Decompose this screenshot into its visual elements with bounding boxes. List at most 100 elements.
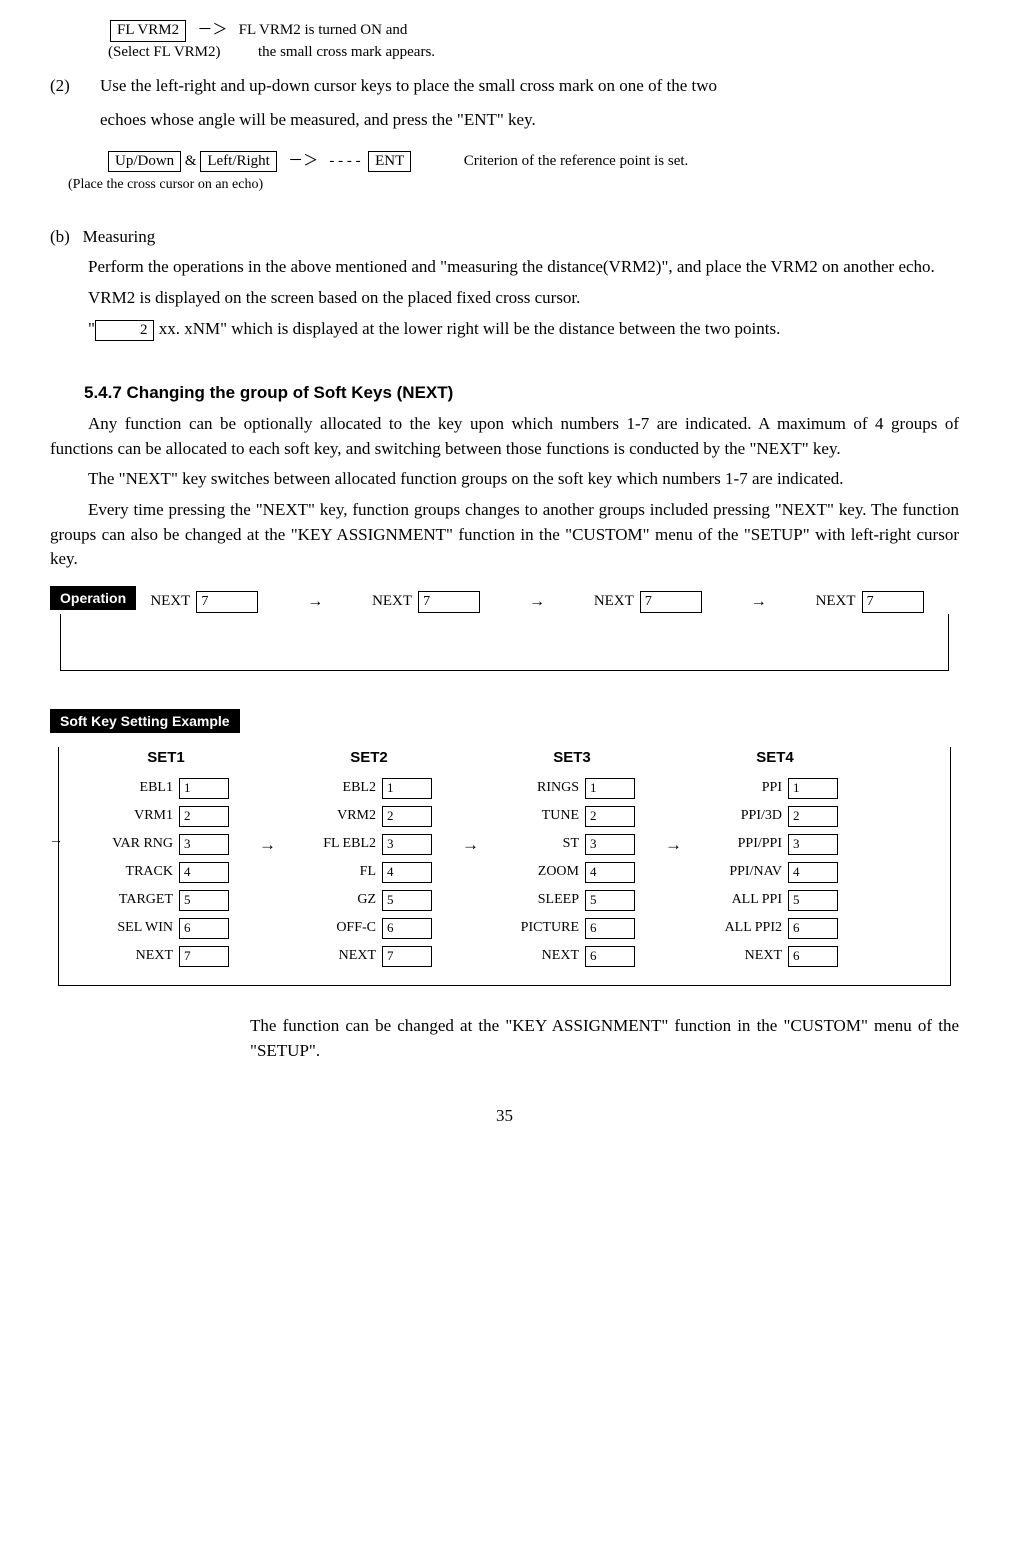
dash-arrow-2: －＞ bbox=[288, 153, 318, 169]
softkey-num: 2 bbox=[788, 806, 838, 827]
softkey-num: 4 bbox=[179, 862, 229, 883]
section-b-label: (b) bbox=[50, 227, 70, 246]
softkey-row: ALL PPI5 bbox=[712, 889, 838, 911]
page-number: 35 bbox=[50, 1104, 959, 1129]
softkey-label: ALL PPI2 bbox=[712, 918, 782, 938]
softkey-num: 5 bbox=[788, 890, 838, 911]
section-b-title: (b) Measuring bbox=[50, 225, 959, 250]
softkey-label: TARGET bbox=[103, 890, 173, 910]
next-item-3: NEXT 7 bbox=[594, 591, 702, 613]
flvrm2-key: FL VRM2 bbox=[110, 20, 186, 42]
softkey-label: PICTURE bbox=[509, 918, 579, 938]
arrow-icon: → bbox=[307, 590, 323, 613]
arrow-icon: → bbox=[751, 590, 767, 613]
softkey-label: FL EBL2 bbox=[306, 834, 376, 854]
softkey-num: 1 bbox=[382, 778, 432, 799]
softkey-num: 6 bbox=[179, 918, 229, 939]
softkey-row: ALL PPI2 6 bbox=[712, 917, 838, 939]
softkey-label: GZ bbox=[306, 890, 376, 910]
footnote-text: The function can be changed at the "KEY … bbox=[250, 1014, 959, 1063]
softkey-column: SET2EBL21VRM22FL EBL23FL4GZ5OFF-C6NEXT7 bbox=[306, 747, 432, 967]
softkey-label: SLEEP bbox=[509, 890, 579, 910]
select-flvrm2: (Select FL VRM2) bbox=[108, 44, 221, 60]
s547-p1: Any function can be optionally allocated… bbox=[50, 412, 959, 461]
softkey-set-header: SET2 bbox=[306, 747, 432, 769]
softkey-row: SEL WIN 6 bbox=[103, 917, 229, 939]
arrow-icon: → bbox=[85, 590, 101, 613]
section-b-p1: Perform the operations in the above ment… bbox=[50, 255, 959, 280]
softkey-row: NEXT7 bbox=[103, 945, 229, 967]
next-label: NEXT bbox=[816, 591, 856, 613]
section-b: (b) Measuring Perform the operations in … bbox=[50, 225, 959, 342]
softkey-row: EBL2 1 bbox=[306, 777, 432, 799]
section-b-p2: VRM2 is displayed on the screen based on… bbox=[50, 286, 959, 311]
updown-key: Up/Down bbox=[108, 151, 181, 173]
softkey-label: EBL1 bbox=[103, 778, 173, 798]
softkey-num: 7 bbox=[179, 946, 229, 967]
softkey-row: GZ5 bbox=[306, 889, 432, 911]
next-num: 7 bbox=[862, 591, 924, 613]
p3b: xx. xNM" which is displayed at the lower… bbox=[154, 319, 780, 338]
next-label: NEXT bbox=[372, 591, 412, 613]
step-2-line2: echoes whose angle will be measured, and… bbox=[100, 108, 959, 133]
softkey-num: 2 bbox=[585, 806, 635, 827]
softkey-table: SET1EBL11VRM12VAR RNG3TRACK4TARGET5SEL W… bbox=[103, 747, 940, 967]
softkey-label: SEL WIN bbox=[103, 918, 173, 938]
softkey-num: 2 bbox=[382, 806, 432, 827]
softkey-label: NEXT bbox=[712, 946, 782, 966]
softkey-label: ZOOM bbox=[509, 862, 579, 882]
softkey-label: PPI/PPI bbox=[712, 834, 782, 854]
softkey-label: VRM1 bbox=[103, 806, 173, 826]
softkey-label: TRACK bbox=[103, 862, 173, 882]
softkey-num: 1 bbox=[179, 778, 229, 799]
amp-text: & bbox=[181, 153, 200, 169]
softkey-num: 1 bbox=[585, 778, 635, 799]
softkey-num: 3 bbox=[382, 834, 432, 855]
step-2-num: (2) bbox=[50, 74, 100, 99]
softkey-num: 4 bbox=[382, 862, 432, 883]
ent-key: ENT bbox=[368, 151, 411, 173]
s547-p3: Every time pressing the "NEXT" key, func… bbox=[50, 498, 959, 572]
section-b-p3: " 2 xx. xNM" which is displayed at the l… bbox=[50, 317, 959, 342]
place-cursor-note: (Place the cross cursor on an echo) bbox=[68, 175, 959, 195]
softkey-row: PICTURE 6 bbox=[509, 917, 635, 939]
softkey-num: 6 bbox=[382, 918, 432, 939]
softkey-row: FL EBL2 3 bbox=[306, 833, 432, 855]
next-label: NEXT bbox=[150, 591, 190, 613]
softkey-label: VAR RNG bbox=[103, 834, 173, 854]
softkey-row: OFF-C6 bbox=[306, 917, 432, 939]
diagram-row-2: Up/Down & Left/Right －＞ - - - - ENT Crit… bbox=[108, 151, 959, 173]
softkey-num: 5 bbox=[179, 890, 229, 911]
softkey-label: VRM2 bbox=[306, 806, 376, 826]
softkey-row: PPI/NAV4 bbox=[712, 861, 838, 883]
next-item-4: NEXT 7 bbox=[816, 591, 924, 613]
section-b-heading: Measuring bbox=[83, 227, 156, 246]
top-line-2: (Select FL VRM2) the small cross mark ap… bbox=[108, 42, 959, 64]
next-num: 7 bbox=[196, 591, 258, 613]
softkey-row: TUNE 2 bbox=[509, 805, 635, 827]
softkey-num: 6 bbox=[788, 918, 838, 939]
key-2: 2 bbox=[95, 320, 155, 342]
dashes: - - - - bbox=[329, 153, 360, 169]
softkey-label: EBL2 bbox=[306, 778, 376, 798]
softkey-num: 6 bbox=[788, 946, 838, 967]
softkey-column: SET4PPI1PPI/3D2PPI/PPI3PPI/NAV4ALL PPI5A… bbox=[712, 747, 838, 967]
softkey-row: ST3 bbox=[509, 833, 635, 855]
softkey-row: TRACK 4 bbox=[103, 861, 229, 883]
softkey-row: SLEEP5 bbox=[509, 889, 635, 911]
arrow-icon: → bbox=[665, 747, 682, 858]
softkey-num: 6 bbox=[585, 918, 635, 939]
next-label: NEXT bbox=[594, 591, 634, 613]
leftright-key: Left/Right bbox=[200, 151, 277, 173]
softkey-num: 3 bbox=[179, 834, 229, 855]
softkey-row: TARGET 5 bbox=[103, 889, 229, 911]
next-flow-diagram: → NEXT 7 → NEXT 7 → NEXT 7 → NEXT 7 bbox=[60, 614, 949, 671]
softkey-column: SET1EBL11VRM12VAR RNG3TRACK4TARGET5SEL W… bbox=[103, 747, 229, 967]
softkey-set-header: SET4 bbox=[712, 747, 838, 769]
softkey-label: TUNE bbox=[509, 806, 579, 826]
softkey-row: ZOOM4 bbox=[509, 861, 635, 883]
softkey-num: 2 bbox=[179, 806, 229, 827]
softkey-row: NEXT 6 bbox=[712, 945, 838, 967]
softkey-row: PPI/PPI3 bbox=[712, 833, 838, 855]
softkey-label: PPI/NAV bbox=[712, 862, 782, 882]
